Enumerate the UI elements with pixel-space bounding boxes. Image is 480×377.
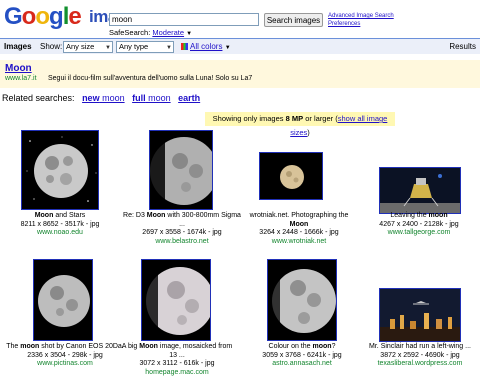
result-site-2[interactable]: www.belastro.net [123,238,241,247]
result-thumbnail-3[interactable] [259,152,323,200]
color-swatch-icon [181,43,188,50]
result-site-7[interactable]: astro.annasach.net [243,360,361,369]
moon-image [142,260,210,340]
result-thumbnail-6[interactable] [141,259,211,341]
advanced-image-search-link[interactable]: Advanced Image Search [328,13,394,19]
google-logo[interactable]: Google [4,4,82,30]
result-thumbnail-2[interactable] [149,130,213,210]
safesearch-label: SafeSearch: [109,28,151,37]
moon-image [280,165,304,189]
size-select[interactable]: Any size ▼ [63,41,113,53]
ad-text: Segui il docu-film sull'avventura dell'u… [48,75,253,82]
moon-image [38,275,90,327]
result-site-6[interactable]: homepage.mac.com [118,369,236,377]
moon-image [150,131,212,209]
result-caption-3: wrotniak.net. Photographing the Moon 326… [240,212,358,246]
result-caption-5: The moon shot by Canon EOS 20Da. 2336 x … [6,343,124,369]
notice-prefix: Showing only images [212,114,286,123]
search-input[interactable] [109,13,259,26]
result-thumbnail-8[interactable] [379,288,461,342]
size-select-value: Any size [66,42,95,51]
moon-image [26,136,97,202]
search-images-button[interactable]: Search images [264,13,323,27]
ad-url: www.la7.it [5,75,37,82]
result-site-1[interactable]: www.noao.edu [1,229,119,238]
header-links: Advanced Image Search Preferences [328,12,394,28]
related-full-moon-link[interactable]: full moon [132,93,171,103]
moon-image [268,260,336,340]
show-label: Show: [40,42,63,51]
toolbar-title: Images [4,42,32,51]
related-label: Related searches: [2,93,75,103]
result-site-4[interactable]: www.tallgeorge.com [360,229,478,238]
chevron-down-icon: ▼ [105,45,111,51]
notice-size: 8 MP [285,114,304,123]
result-caption-4: Leaving the moon 4267 x 2400 - 2128k - j… [360,212,478,238]
header: Google images Search images Advanced Ima… [0,0,480,38]
all-colors-link[interactable]: All colors [190,42,222,51]
images-toolbar: Images Show: Any size ▼ Any type ▼ All c… [0,38,480,54]
chevron-down-icon: ▼ [224,45,231,51]
result-site-8[interactable]: texasliberal.wordpress.com [361,360,479,369]
result-thumbnail-4[interactable] [379,167,461,214]
type-select[interactable]: Any type ▼ [116,41,174,53]
result-caption-7: Colour on the moon? 3059 x 3768 - 6241k … [243,343,361,369]
sponsored-ad: Moon www.la7.it Segui il docu-film sull'… [0,60,480,88]
result-site-5[interactable]: www.pictinas.com [6,360,124,369]
result-caption-8: Mr. Sinclair had run a left-wing ... 387… [361,343,479,369]
notice-end: ) [307,128,310,137]
ad-title-link[interactable]: Moon [5,63,32,74]
result-thumbnail-1[interactable] [21,130,99,210]
related-searches: Related searches: new moon full moon ear… [2,93,200,103]
chevron-down-icon: ▼ [166,45,172,51]
type-select-value: Any type [119,42,149,51]
size-filter-notice: Showing only images 8 MP or larger (show… [205,112,395,137]
result-caption-2: Re: D3 Moon with 300-800mm Sigma ... 269… [123,212,241,247]
colors-filter[interactable]: All colors ▼ [181,42,231,51]
city-skyline-image [380,289,460,341]
result-thumbnail-7[interactable] [267,259,337,341]
notice-suffix: or larger ( [303,114,338,123]
chevron-down-icon: ▼ [186,31,193,37]
result-site-3[interactable]: www.wrotniak.net [240,238,358,247]
result-caption-6: A big Moon image, mosaicked from 13 ... … [118,343,236,377]
lunar-lander-image [380,174,460,213]
safesearch: SafeSearch: Moderate ▼ [109,28,192,37]
related-earth-link[interactable]: earth [178,93,200,103]
result-thumbnail-5[interactable] [33,259,93,341]
results-label: Results [449,42,476,51]
result-caption-1: Moon and Stars 8211 x 8652 - 3517k - jpg… [1,212,119,238]
safesearch-value-link[interactable]: Moderate [152,28,184,37]
preferences-link[interactable]: Preferences [328,21,360,27]
related-new-moon-link[interactable]: new moon [82,93,125,103]
